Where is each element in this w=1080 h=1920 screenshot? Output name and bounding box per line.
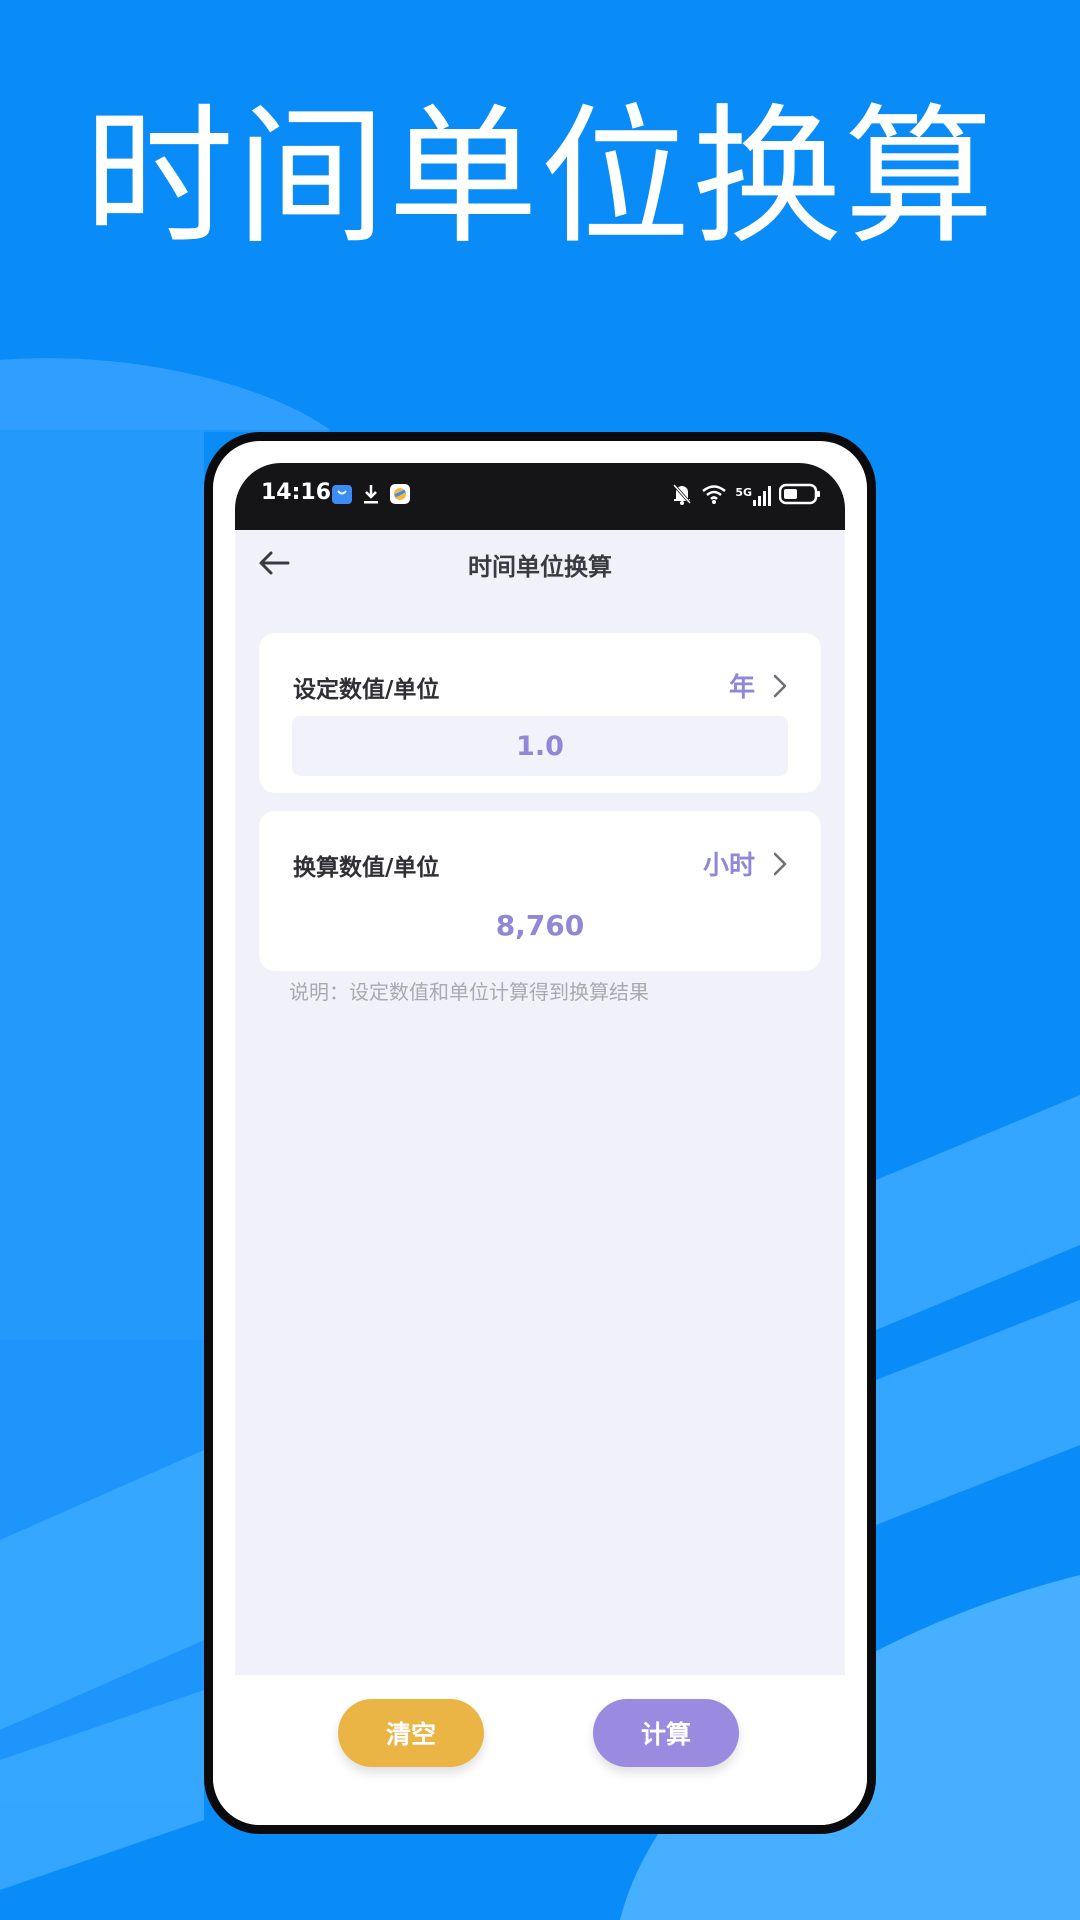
source-unit-selector[interactable]: 年 bbox=[729, 667, 787, 704]
chevron-right-icon bbox=[773, 674, 787, 697]
chevron-right-icon bbox=[773, 852, 787, 875]
phone-screen: 14:16 5G 时间单位换算 设定数值/单位 年 1.0 换算数值/单位 小时… bbox=[235, 463, 845, 1793]
phone-frame: 14:16 5G 时间单位换算 设定数值/单位 年 1.0 换算数值/单位 小时… bbox=[204, 432, 876, 1834]
status-left-icons bbox=[331, 483, 411, 509]
source-unit-label: 年 bbox=[728, 673, 755, 703]
app-store-icon bbox=[331, 483, 353, 509]
note-text: 说明：设定数值和单位计算得到换算结果 bbox=[289, 980, 649, 1004]
clear-button[interactable]: 清空 bbox=[338, 1699, 484, 1767]
bell-off-icon bbox=[671, 482, 693, 510]
result-label: 换算数值/单位 bbox=[293, 855, 440, 881]
source-card: 设定数值/单位 年 bbox=[259, 633, 821, 793]
source-value-input[interactable] bbox=[292, 716, 788, 776]
wifi-icon bbox=[701, 483, 727, 509]
signal-icon: 5G bbox=[735, 486, 771, 506]
result-value: 8,760 bbox=[495, 909, 585, 942]
download-icon bbox=[361, 483, 381, 509]
result-unit-selector[interactable]: 小时 bbox=[703, 845, 787, 882]
network-type: 5G bbox=[735, 486, 752, 499]
battery-icon bbox=[778, 483, 821, 509]
hero-title: 时间单位换算 bbox=[83, 91, 996, 265]
status-bar: 14:16 5G bbox=[235, 463, 845, 530]
status-right-icons: 5G bbox=[671, 482, 821, 510]
source-label: 设定数值/单位 bbox=[293, 677, 440, 703]
app-header: 时间单位换算 bbox=[235, 530, 845, 596]
bottom-action-bar: 清空 计算 bbox=[213, 1675, 867, 1825]
status-time: 14:16 bbox=[261, 480, 332, 505]
result-card: 换算数值/单位 小时 8,760 bbox=[259, 811, 821, 971]
page-title: 时间单位换算 bbox=[468, 553, 612, 581]
calculate-button[interactable]: 计算 bbox=[593, 1699, 739, 1767]
result-unit-label: 小时 bbox=[702, 851, 755, 881]
browser-icon bbox=[389, 483, 411, 509]
